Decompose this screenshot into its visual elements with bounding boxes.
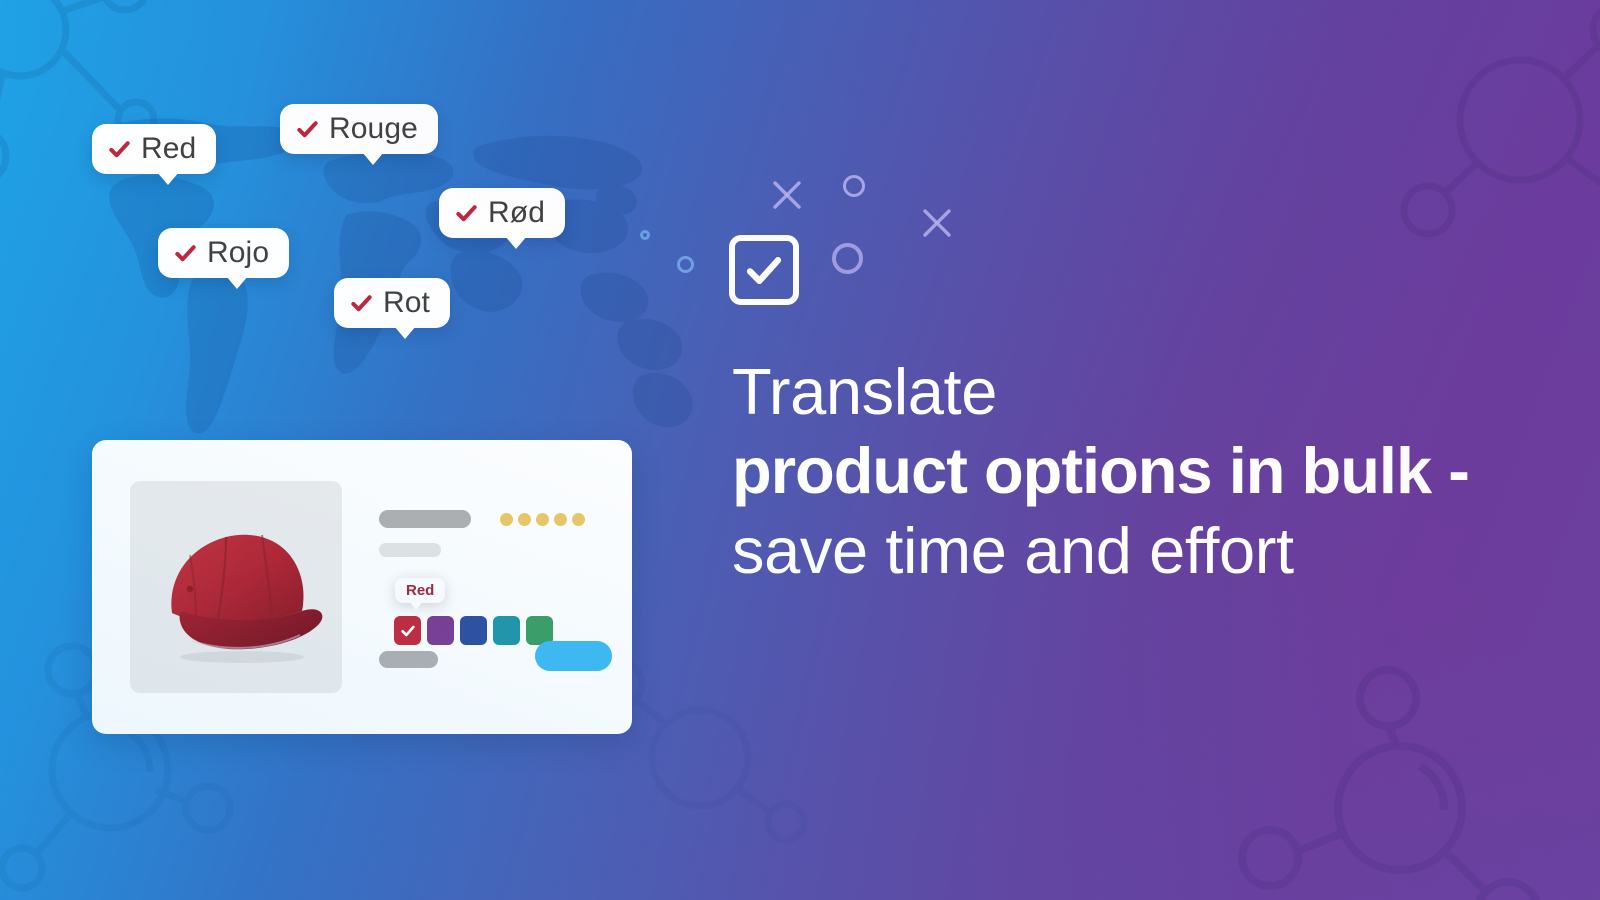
headline: Translate product options in bulk - save… [732, 352, 1552, 590]
product-thumbnail[interactable] [130, 481, 342, 693]
rating-stars [500, 513, 585, 526]
sparkle-cross-icon [920, 206, 954, 240]
color-swatch-red[interactable] [394, 616, 421, 645]
check-icon [400, 625, 415, 636]
color-swatch-purple[interactable] [427, 616, 454, 645]
check-icon [109, 140, 130, 157]
headline-line-3: save time and effort [732, 513, 1294, 587]
product-card: Red [92, 440, 632, 734]
swatch-tooltip: Red [395, 578, 446, 610]
check-icon [175, 244, 196, 261]
color-swatch-blue[interactable] [460, 616, 487, 645]
star-icon [500, 513, 513, 526]
bubble-label: Rot [383, 286, 430, 319]
product-title-placeholder [379, 510, 471, 528]
translation-bubble-rot[interactable]: Rot [334, 278, 450, 339]
bubble-tail [362, 152, 385, 165]
translation-bubble-rod[interactable]: Rød [439, 188, 565, 249]
check-icon [456, 204, 477, 221]
star-icon [536, 513, 549, 526]
molecule-icon [1400, 7, 1600, 238]
check-icon [297, 120, 318, 137]
translation-bubble-red[interactable]: Red [92, 124, 217, 185]
circle-outline-icon [843, 175, 865, 197]
product-price-placeholder [379, 651, 438, 668]
product-subtitle-placeholder [379, 543, 441, 557]
check-icon [746, 257, 782, 284]
translation-bubble-rojo[interactable]: Rojo [158, 228, 290, 289]
headline-line-1: Translate [732, 355, 997, 428]
molecule-icon [1238, 666, 1540, 900]
swatch-tooltip-label: Red [406, 582, 435, 599]
headline-line-2: product options in bulk - [732, 434, 1470, 508]
star-icon [572, 513, 585, 526]
tooltip-tail [409, 601, 423, 610]
bubble-tail [504, 236, 527, 249]
translation-bubble-rouge[interactable]: Rouge [280, 104, 438, 165]
star-icon [518, 513, 531, 526]
star-icon [554, 513, 567, 526]
bubble-tail [226, 276, 249, 289]
bubble-tail [394, 326, 417, 339]
bubble-tail [156, 172, 179, 185]
add-to-cart-button[interactable] [535, 641, 612, 671]
sparkle-cross-icon [770, 178, 804, 212]
circle-outline-icon [832, 243, 863, 274]
circle-outline-icon [640, 230, 650, 240]
bubble-label: Rouge [329, 112, 418, 145]
red-cap-product-image-icon [171, 534, 323, 663]
bubble-label: Rojo [207, 236, 270, 269]
checkbox-checked-icon [729, 235, 799, 305]
bubble-label: Rød [488, 196, 545, 229]
color-swatch-group [394, 616, 553, 645]
color-swatch-teal[interactable] [493, 616, 520, 645]
promo-banner: Red Rouge Rød Rojo Rot Red Translate pro… [0, 0, 1600, 900]
circle-outline-icon [677, 256, 694, 273]
product-details: Red [379, 481, 632, 693]
bubble-label: Red [141, 132, 197, 165]
check-icon [351, 294, 372, 311]
